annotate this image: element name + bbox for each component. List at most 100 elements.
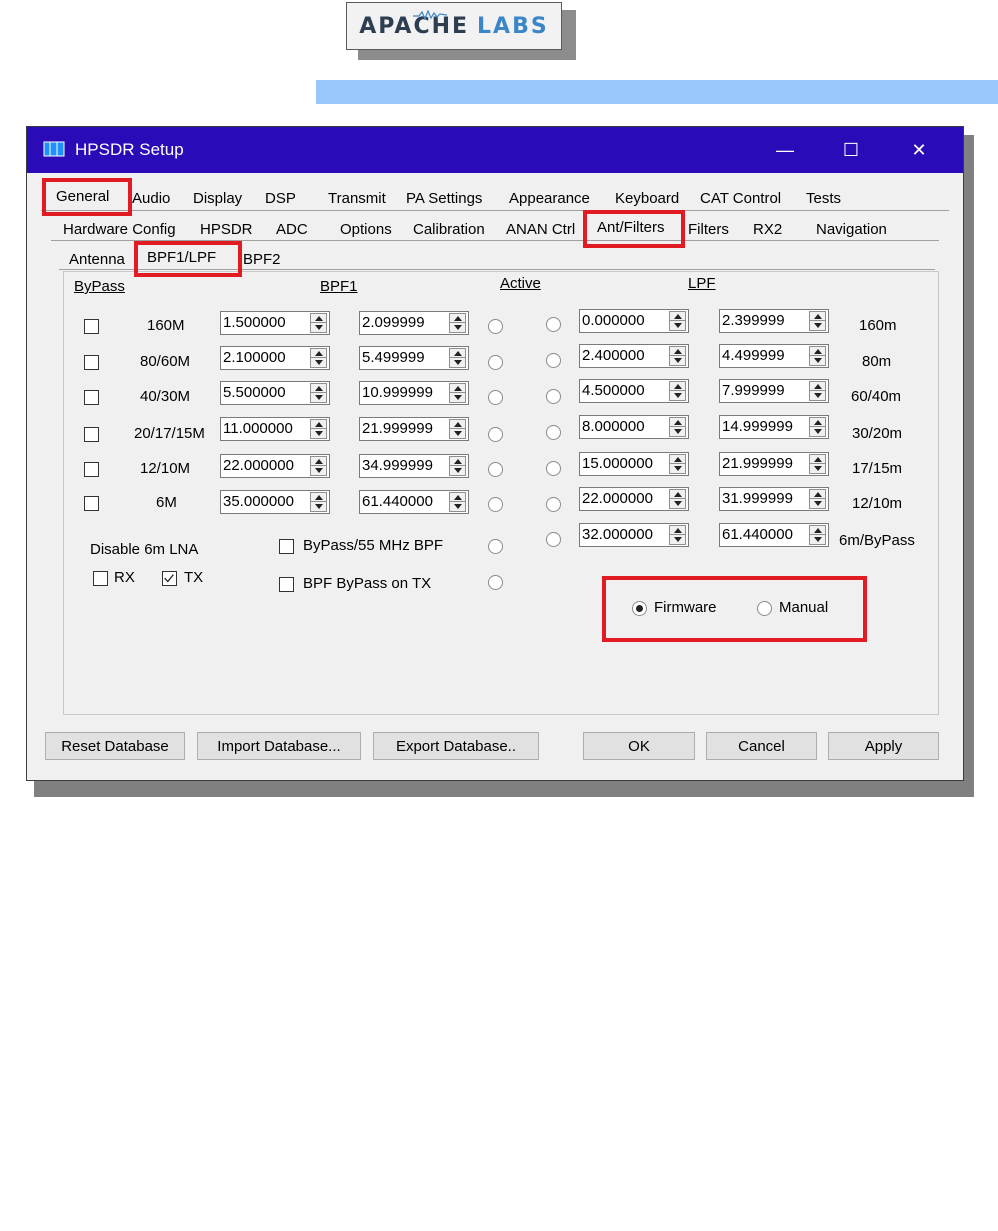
spinner-arrows-icon[interactable] [809,417,826,437]
cancel-button[interactable]: Cancel [706,732,817,760]
spinner-arrows-icon[interactable] [449,348,466,368]
lpf-high-160m[interactable]: 2.399999 [719,309,829,333]
tab-tests[interactable]: Tests [803,189,844,208]
spinner-arrows-icon[interactable] [809,489,826,509]
tab-hardware-config[interactable]: Hardware Config [60,220,179,239]
export-database-button[interactable]: Export Database.. [373,732,539,760]
lpf-high-17m[interactable]: 21.999999 [719,452,829,476]
bypass-checkbox-40m[interactable] [84,390,99,405]
bpf-bypass-tx-radio[interactable] [488,575,503,590]
reset-database-button[interactable]: Reset Database [45,732,185,760]
bpf-bypass-tx-checkbox[interactable] [279,577,294,592]
bpf-high-40m[interactable]: 10.999999 [359,381,469,405]
spinner-arrows-icon[interactable] [449,456,466,476]
spinner-arrows-icon[interactable] [310,419,327,439]
import-database-button[interactable]: Import Database... [197,732,361,760]
tab-keyboard[interactable]: Keyboard [612,189,682,208]
bypass-checkbox-160m[interactable] [84,319,99,334]
spinner-arrows-icon[interactable] [669,489,686,509]
tab-hpsdr[interactable]: HPSDR [197,220,256,239]
tab-antenna[interactable]: Antenna [66,250,128,269]
lpf-low-160m[interactable]: 0.000000 [579,309,689,333]
spinner-arrows-icon[interactable] [449,492,466,512]
tab-calibration[interactable]: Calibration [410,220,488,239]
minimize-button[interactable]: — [763,135,807,165]
bpf-low-160m[interactable]: 1.500000 [220,311,330,335]
tab-bpf2[interactable]: BPF2 [240,250,284,269]
spinner-arrows-icon[interactable] [809,454,826,474]
active-lpf-radio-160m[interactable] [546,317,561,332]
lpf-high-60m[interactable]: 7.999999 [719,379,829,403]
lpf-high-30m[interactable]: 14.999999 [719,415,829,439]
close-button[interactable]: ✕ [897,135,941,165]
tab-transmit[interactable]: Transmit [325,189,389,208]
bpf-high-80m[interactable]: 5.499999 [359,346,469,370]
spinner-arrows-icon[interactable] [449,419,466,439]
tab-anan-ctrl[interactable]: ANAN Ctrl [503,220,578,239]
spinner-arrows-icon[interactable] [669,346,686,366]
spinner-arrows-icon[interactable] [310,348,327,368]
bpf-high-20m[interactable]: 21.999999 [359,417,469,441]
tab-adc[interactable]: ADC [273,220,311,239]
spinner-arrows-icon[interactable] [669,525,686,545]
bpf-low-6m[interactable]: 35.000000 [220,490,330,514]
tab-filters[interactable]: Filters [685,220,732,239]
bypass-checkbox-12m[interactable] [84,462,99,477]
lpf-high-6m[interactable]: 61.440000 [719,523,829,547]
bpf-low-40m[interactable]: 5.500000 [220,381,330,405]
lpf-low-17m[interactable]: 15.000000 [579,452,689,476]
spinner-arrows-icon[interactable] [310,456,327,476]
tab-pa-settings[interactable]: PA Settings [403,189,485,208]
lpf-low-80m[interactable]: 2.400000 [579,344,689,368]
active-lpf-radio-30m[interactable] [546,425,561,440]
active-bpf-radio-80m[interactable] [488,355,503,370]
bpf-high-6m[interactable]: 61.440000 [359,490,469,514]
bypass-checkbox-20m[interactable] [84,427,99,442]
bypass-checkbox-6m[interactable] [84,496,99,511]
bpf-low-80m[interactable]: 2.100000 [220,346,330,370]
bpf-low-20m[interactable]: 11.000000 [220,417,330,441]
tab-display[interactable]: Display [190,189,245,208]
active-bpf-radio-12m[interactable] [488,462,503,477]
spinner-arrows-icon[interactable] [669,311,686,331]
active-lpf-radio-6m[interactable] [546,532,561,547]
lpf-low-60m[interactable]: 4.500000 [579,379,689,403]
lna-tx-checkbox[interactable] [162,571,177,586]
spinner-arrows-icon[interactable] [310,313,327,333]
spinner-arrows-icon[interactable] [809,346,826,366]
tab-rx2[interactable]: RX2 [750,220,785,239]
ok-button[interactable]: OK [583,732,695,760]
apply-button[interactable]: Apply [828,732,939,760]
spinner-arrows-icon[interactable] [310,492,327,512]
spinner-arrows-icon[interactable] [449,313,466,333]
spinner-arrows-icon[interactable] [669,454,686,474]
tab-dsp[interactable]: DSP [262,189,299,208]
tab-audio[interactable]: Audio [129,189,173,208]
active-bpf-radio-20m[interactable] [488,427,503,442]
spinner-arrows-icon[interactable] [809,525,826,545]
tab-appearance[interactable]: Appearance [506,189,593,208]
active-lpf-radio-17m[interactable] [546,461,561,476]
spinner-arrows-icon[interactable] [669,417,686,437]
maximize-button[interactable]: ☐ [829,135,873,165]
bypass-checkbox-80m[interactable] [84,355,99,370]
spinner-arrows-icon[interactable] [310,383,327,403]
active-lpf-radio-12m[interactable] [546,497,561,512]
bpf-low-12m[interactable]: 22.000000 [220,454,330,478]
title-bar[interactable]: HPSDR Setup — ☐ ✕ [27,127,963,173]
spinner-arrows-icon[interactable] [809,381,826,401]
tab-options[interactable]: Options [337,220,395,239]
lpf-low-12m[interactable]: 22.000000 [579,487,689,511]
bpf-high-160m[interactable]: 2.099999 [359,311,469,335]
spinner-arrows-icon[interactable] [809,311,826,331]
active-bpf-radio-160m[interactable] [488,319,503,334]
bypass-55mhz-checkbox[interactable] [279,539,294,554]
bypass-55mhz-radio[interactable] [488,539,503,554]
tab-navigation[interactable]: Navigation [813,220,890,239]
active-bpf-radio-40m[interactable] [488,390,503,405]
bpf-high-12m[interactable]: 34.999999 [359,454,469,478]
lpf-high-80m[interactable]: 4.499999 [719,344,829,368]
lpf-low-30m[interactable]: 8.000000 [579,415,689,439]
lpf-high-12m[interactable]: 31.999999 [719,487,829,511]
lna-rx-checkbox[interactable] [93,571,108,586]
